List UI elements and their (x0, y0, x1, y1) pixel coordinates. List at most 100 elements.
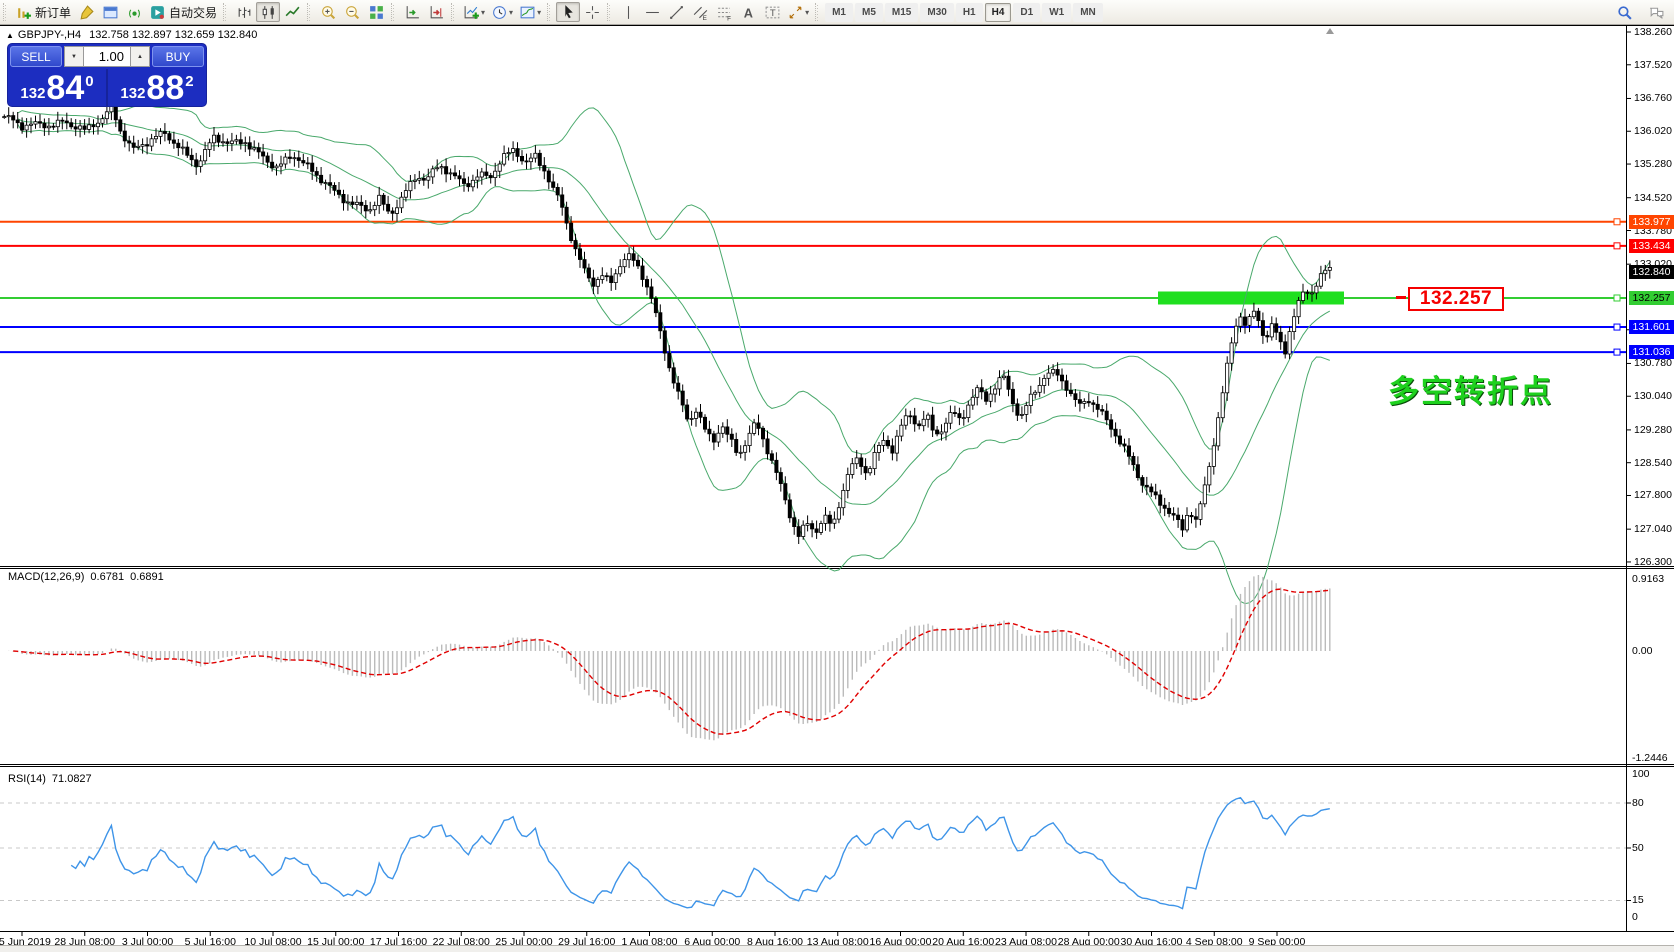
cursor-icon[interactable] (556, 2, 580, 22)
macd-axis-label: 0.9163 (1632, 573, 1664, 585)
toolbar-grip (223, 3, 229, 21)
toolbar-grip (391, 3, 397, 21)
trendline-icon[interactable] (664, 2, 688, 22)
chart-bottom-strip (0, 945, 1674, 952)
symbol-ohlc: 132.758 132.897 132.659 132.840 (89, 29, 257, 41)
price-tick-label: 136.020 (1634, 125, 1672, 137)
current-price-badge: 132.840 (1629, 265, 1674, 279)
new-order-icon[interactable]: 新订单 (12, 2, 74, 22)
channel-icon[interactable]: E (688, 2, 712, 22)
volume-increase-button[interactable]: ▲ (130, 46, 150, 67)
rsi-axis-label: 0 (1632, 911, 1638, 923)
volume-input[interactable]: 1.00 (84, 46, 130, 67)
price-line-badge[interactable]: 133.977 (1629, 215, 1674, 229)
dropdown-caret-icon[interactable]: ▾ (481, 8, 485, 17)
buy-button[interactable]: BUY (152, 46, 204, 67)
rsi-value: 71.0827 (52, 773, 92, 785)
sell-price-main: 84 (46, 75, 84, 103)
tab-timeframe-W1[interactable]: W1 (1042, 3, 1071, 22)
bollinger-middle (18, 119, 1330, 505)
rsi-axis-label: 100 (1632, 768, 1650, 780)
horizontal-line-icon[interactable] (640, 2, 664, 22)
zoom-out-icon[interactable] (340, 2, 364, 22)
toolbar-right-icons (1612, 0, 1668, 24)
bar-chart-icon[interactable] (232, 2, 256, 22)
rsi-line (71, 798, 1330, 909)
macd-value-main: 0.6781 (90, 571, 124, 583)
buy-price-pip: 2 (185, 74, 193, 89)
sell-button[interactable]: SELL (10, 46, 62, 67)
signal-icon[interactable] (122, 2, 146, 22)
candlestick-icon[interactable] (256, 2, 280, 22)
price-tick-label: 135.280 (1634, 158, 1672, 170)
sell-price[interactable]: 132 84 0 (8, 69, 106, 106)
chart-shift-icon[interactable] (424, 2, 448, 22)
autotrading-icon[interactable]: 自动交易 (146, 2, 220, 22)
price-line-badge[interactable]: 132.257 (1629, 291, 1674, 305)
price-tick-label: 129.280 (1634, 424, 1672, 436)
price-tick-label: 136.760 (1634, 92, 1672, 104)
svg-text:T: T (769, 8, 775, 19)
dropdown-caret-icon[interactable]: ▾ (509, 8, 513, 17)
tab-timeframe-M30[interactable]: M30 (920, 3, 953, 22)
window-user-icon[interactable] (98, 2, 122, 22)
chart-shift-marker-icon[interactable] (1326, 28, 1334, 34)
vertical-line-icon[interactable] (616, 2, 640, 22)
svg-text:E: E (702, 14, 706, 20)
toolbar-grip (547, 3, 553, 21)
sell-price-pip: 0 (85, 74, 93, 89)
rsi-axis-label: 15 (1632, 894, 1644, 906)
tab-timeframe-M1[interactable]: M1 (825, 3, 853, 22)
volume-decrease-button[interactable]: ▼ (64, 46, 84, 67)
chat-icon[interactable] (1644, 2, 1668, 22)
price-annotation-box[interactable]: 132.257 (1408, 287, 1504, 311)
indicators-icon[interactable]: ▾ (460, 2, 488, 22)
price-tick-label: 130.040 (1634, 390, 1672, 402)
text-icon[interactable]: A (736, 2, 760, 22)
rsi-label: RSI(14)71.0827 (8, 773, 98, 785)
tab-timeframe-M15[interactable]: M15 (885, 3, 918, 22)
macd-signal-line (13, 589, 1330, 734)
collapse-arrow-icon[interactable]: ▲ (6, 31, 14, 40)
zoom-in-icon[interactable] (316, 2, 340, 22)
tab-timeframe-H1[interactable]: H1 (956, 3, 983, 22)
turning-point-note[interactable]: 多空转折点 (1388, 366, 1553, 411)
price-line-badge[interactable]: 131.601 (1629, 320, 1674, 334)
price-tick-label: 126.300 (1634, 556, 1672, 568)
price-tick-label: 130.780 (1634, 357, 1672, 369)
dropdown-caret-icon[interactable]: ▾ (805, 8, 809, 17)
candles (3, 96, 1332, 544)
line-chart-icon[interactable] (280, 2, 304, 22)
crosshair-icon[interactable] (580, 2, 604, 22)
chart-window[interactable]: ▲GBPJPY-,H4132.758 132.897 132.659 132.8… (0, 25, 1674, 951)
label-icon[interactable]: T (760, 2, 784, 22)
price-line-badge[interactable]: 133.434 (1629, 239, 1674, 253)
dropdown-caret-icon[interactable]: ▾ (537, 8, 541, 17)
search-icon[interactable] (1612, 2, 1636, 22)
tile-windows-icon[interactable] (364, 2, 388, 22)
chart-canvas[interactable] (0, 25, 1674, 951)
brush-icon[interactable] (74, 2, 98, 22)
buy-price[interactable]: 132 88 2 (108, 69, 206, 106)
tab-timeframe-D1[interactable]: D1 (1013, 3, 1040, 22)
price-line-badge[interactable]: 131.036 (1629, 345, 1674, 359)
arrows-icon[interactable]: ▾ (784, 2, 812, 22)
svg-text:F: F (727, 15, 731, 21)
tab-timeframe-MN[interactable]: MN (1073, 3, 1103, 22)
periods-icon[interactable]: ▾ (488, 2, 516, 22)
tab-timeframe-M5[interactable]: M5 (855, 3, 883, 22)
fibonacci-icon[interactable]: F (712, 2, 736, 22)
price-tick-label: 137.520 (1634, 59, 1672, 71)
toolbar-groups: 新订单 自动交易 ▾ ▾ ▾ E F A T ▾ M1M5M15M30H1H4D1W1MN (0, 2, 1104, 22)
svg-text:A: A (743, 5, 752, 20)
price-tick-label: 127.800 (1634, 489, 1672, 501)
buy-price-prefix: 132 (120, 86, 145, 101)
sell-price-prefix: 132 (20, 86, 45, 101)
auto-scroll-icon[interactable] (400, 2, 424, 22)
templates-icon[interactable]: ▾ (516, 2, 544, 22)
buy-price-main: 88 (146, 75, 184, 103)
tab-timeframe-H4[interactable]: H4 (985, 3, 1012, 22)
macd-name: MACD(12,26,9) (8, 571, 84, 583)
toolbar-grip (307, 3, 313, 21)
symbol-info-line: ▲GBPJPY-,H4132.758 132.897 132.659 132.8… (6, 29, 257, 41)
